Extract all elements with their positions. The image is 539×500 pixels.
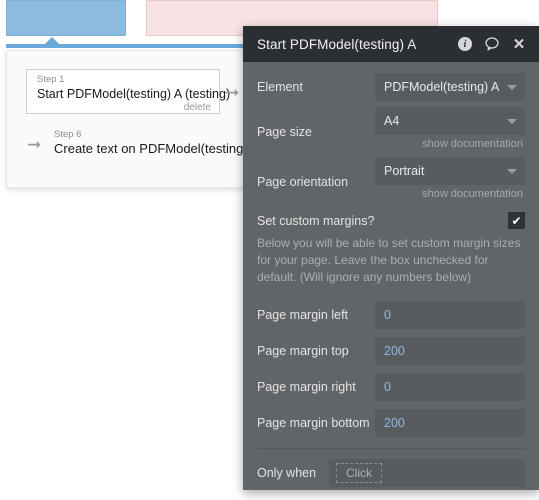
- margin-right-input[interactable]: 0: [375, 373, 525, 401]
- step-number-label: Step 1: [37, 74, 65, 85]
- field-custom-margins: Set custom margins? ✔: [257, 212, 525, 229]
- margin-left-input[interactable]: 0: [375, 301, 525, 329]
- only-when-input[interactable]: Click: [329, 459, 525, 487]
- arrow-right-icon: ➞: [27, 135, 42, 155]
- margin-bottom-label: Page margin bottom: [257, 416, 370, 430]
- field-breakpoint: Add a breakpoint in debug mode: [257, 487, 525, 500]
- info-icon[interactable]: i: [457, 36, 473, 52]
- step-title: Start PDFModel(testing) A (testing): [37, 87, 231, 101]
- only-when-label: Only when: [257, 466, 317, 480]
- property-editor-panel: Start PDFModel(testing) A i ✕ Element PD…: [243, 26, 539, 490]
- custom-margins-help-text: Below you will be able to set custom mar…: [257, 236, 521, 284]
- tab-pointer-triangle: [44, 37, 60, 45]
- chevron-down-icon: [507, 169, 517, 174]
- custom-margins-checkbox[interactable]: ✔: [508, 212, 525, 229]
- page-orientation-label: Page orientation: [257, 175, 349, 189]
- page-orientation-dropdown[interactable]: Portrait: [375, 157, 525, 185]
- only-when-placeholder-chip: Click: [336, 463, 382, 483]
- panel-title: Start PDFModel(testing) A: [257, 36, 417, 52]
- field-element: Element PDFModel(testing) A: [257, 72, 525, 102]
- field-page-orientation: Page orientation Portrait show documenta…: [257, 157, 525, 207]
- chevron-down-icon: [507, 85, 517, 90]
- page-size-label: Page size: [257, 125, 312, 139]
- margin-right-label: Page margin right: [257, 380, 356, 394]
- element-dropdown[interactable]: PDFModel(testing) A: [375, 73, 525, 101]
- field-only-when: Only when Click: [257, 449, 525, 487]
- field-margin-left: Page margin left 0: [257, 300, 525, 330]
- close-icon[interactable]: ✕: [511, 36, 527, 52]
- field-margin-right: Page margin right 0: [257, 372, 525, 402]
- margin-left-label: Page margin left: [257, 308, 349, 322]
- margin-right-value: 0: [384, 380, 391, 394]
- step-delete-link[interactable]: delete: [37, 102, 211, 114]
- margin-top-input[interactable]: 200: [375, 337, 525, 365]
- page-orientation-doc-link[interactable]: show documentation: [375, 185, 525, 207]
- panel-header-actions: i ✕: [457, 36, 527, 52]
- element-label: Element: [257, 80, 303, 94]
- margin-bottom-input[interactable]: 200: [375, 409, 525, 437]
- tab-active-blue[interactable]: [6, 0, 126, 36]
- field-margin-bottom: Page margin bottom 200: [257, 408, 525, 438]
- margin-top-value: 200: [384, 344, 405, 358]
- page-orientation-value: Portrait: [384, 164, 425, 178]
- margin-top-label: Page margin top: [257, 344, 349, 358]
- page-size-doc-link[interactable]: show documentation: [375, 135, 525, 157]
- workflow-step-1[interactable]: Step 1 Start PDFModel(testing) A (testin…: [26, 69, 231, 114]
- comment-bubble-glyph: [484, 37, 499, 51]
- element-value: PDFModel(testing) A: [384, 80, 500, 94]
- arrow-right-icon: ➞: [225, 83, 240, 103]
- page-size-value: A4: [384, 114, 400, 128]
- chevron-down-icon: [507, 119, 517, 124]
- app-root: Step 1 Start PDFModel(testing) A (testin…: [0, 0, 539, 500]
- page-size-dropdown[interactable]: A4: [375, 107, 525, 135]
- comment-icon[interactable]: [484, 36, 500, 52]
- panel-header: Start PDFModel(testing) A i ✕: [243, 26, 539, 62]
- margin-bottom-value: 200: [384, 416, 405, 430]
- margin-left-value: 0: [384, 308, 391, 322]
- panel-body: Element PDFModel(testing) A Page size A4: [243, 62, 539, 500]
- field-page-size: Page size A4 show documentation: [257, 107, 525, 157]
- checkmark-icon: ✔: [511, 213, 522, 228]
- field-margin-top: Page margin top 200: [257, 336, 525, 366]
- custom-margins-label: Set custom margins?: [257, 213, 375, 228]
